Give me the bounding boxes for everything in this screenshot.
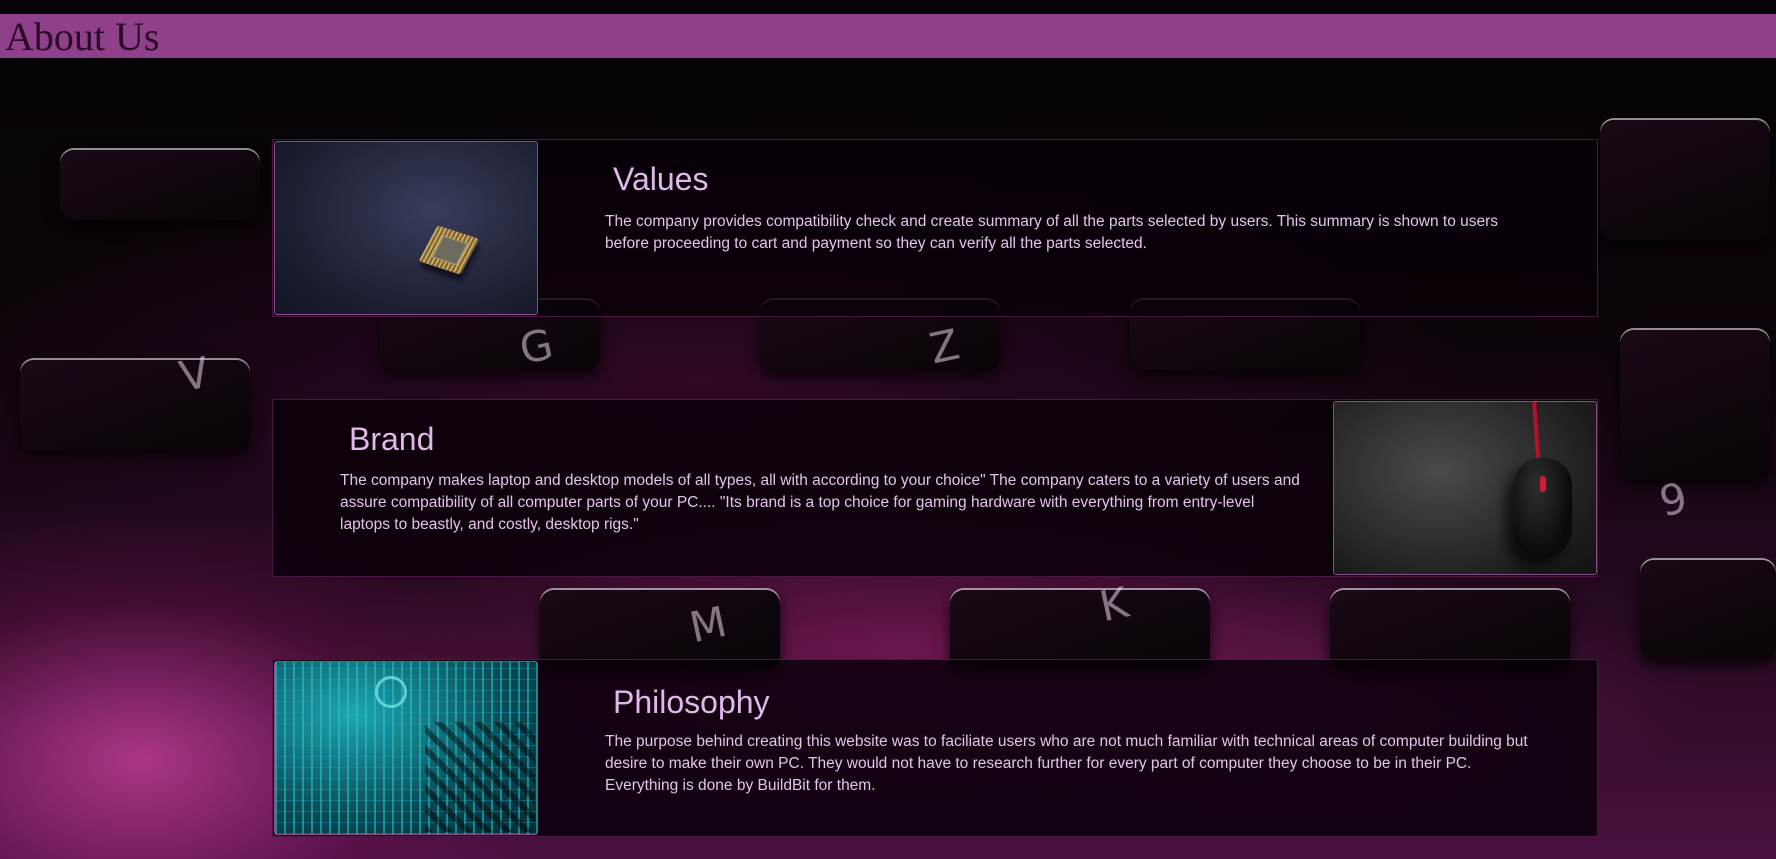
cpu-chip-icon [418, 225, 480, 275]
page-header: About Us [0, 14, 1776, 59]
keyboard-key [540, 590, 780, 670]
keyboard-key [60, 150, 260, 220]
keyboard-key [1330, 590, 1570, 670]
keyboard-key [950, 590, 1210, 670]
cpu-chip-image [274, 141, 538, 315]
mouse-cable-icon [1531, 402, 1541, 459]
section-title: Philosophy [613, 684, 770, 720]
section-text: The purpose behind creating this website… [605, 733, 1528, 794]
section-text: The company provides compatibility check… [605, 213, 1499, 252]
computer-mouse-icon [1514, 458, 1572, 558]
keyboard-key [1620, 330, 1770, 480]
section-title: Values [613, 161, 709, 197]
section-brand: Brand The company makes laptop and deskt… [272, 399, 1598, 577]
keyboard-key [20, 360, 250, 450]
section-philosophy: Philosophy The purpose behind creating t… [272, 659, 1598, 837]
section-values: Values The company provides compatibilit… [272, 139, 1598, 317]
key-glyph: 9 [1655, 472, 1692, 527]
section-text: The company makes laptop and desktop mod… [340, 472, 1300, 533]
computer-mouse-image [1333, 401, 1597, 575]
circuit-board-image [274, 661, 538, 835]
keyboard-key [1640, 560, 1776, 660]
page-title: About Us [5, 14, 160, 59]
keyboard-key [1600, 120, 1770, 240]
section-title: Brand [349, 421, 435, 457]
